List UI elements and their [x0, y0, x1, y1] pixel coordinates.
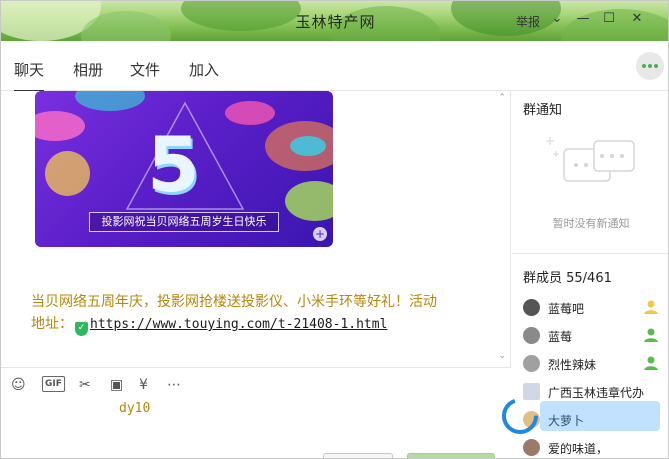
tab-album[interactable]: 相册 — [73, 59, 103, 80]
chevron-down-icon[interactable]: ⌄ — [549, 11, 565, 27]
member-item[interactable]: 广西玉林违章代办 — [523, 381, 663, 401]
avatar — [523, 299, 540, 316]
send-button[interactable] — [407, 453, 495, 458]
tab-chat[interactable]: 聊天 — [14, 59, 45, 92]
activity-link[interactable]: https://www.touying.com/t-21408-1.html — [90, 317, 387, 332]
emoji-icon[interactable]: ☺ — [11, 376, 26, 394]
dot — [648, 64, 652, 68]
report-link[interactable]: 举报 — [516, 13, 540, 30]
member-name: 蓝莓吧 — [548, 302, 585, 316]
members-title: 群成员 55/461 — [523, 271, 612, 286]
more-options-button[interactable] — [636, 52, 664, 80]
notice-title: 群通知 — [523, 103, 563, 118]
tab-files[interactable]: 文件 — [130, 59, 160, 80]
member-name: 爱的味道， — [548, 442, 609, 456]
member-name: 大萝卜 — [548, 414, 585, 428]
member-name: 烈性辣妹 — [548, 358, 597, 372]
window-title: 玉林特产网 — [295, 13, 376, 31]
message-input[interactable]: dy10 — [119, 401, 150, 416]
chat-window: 玉林特产网 举报 ⌄ — ☐ ✕ 聊天 相册 文件 加入 5 投影网祝当贝网络五… — [0, 0, 669, 459]
banner-shape — [290, 136, 326, 156]
notice-empty-text: 暂时没有新通知 — [552, 217, 630, 230]
message-prefix: 地址： — [31, 316, 73, 332]
gif-icon[interactable]: GIF — [42, 376, 65, 392]
avatar — [523, 327, 540, 344]
banner-shape — [45, 151, 90, 196]
zoom-plus-icon[interactable]: + — [313, 227, 327, 241]
tab-join[interactable]: 加入 — [189, 59, 219, 80]
member-item[interactable]: 蓝莓吧 — [523, 297, 663, 317]
avatar — [523, 355, 540, 372]
message-text: 当贝网络五周年庆，投影网抢楼送投影仪、小米手环等好礼！活动 地址： ✓ https:… — [31, 291, 501, 336]
avatar — [523, 383, 540, 400]
member-item[interactable]: 烈性辣妹 — [523, 353, 663, 373]
banner-shape — [35, 111, 85, 141]
member-item[interactable]: 大萝卜 — [523, 409, 663, 429]
banner-caption: 投影网祝当贝网络五周岁生日快乐 — [89, 212, 279, 232]
message-area[interactable]: 5 投影网祝当贝网络五周岁生日快乐 + 当贝网络五周年庆，投影网抢楼送投影仪、小… — [1, 91, 511, 367]
input-toolbar: ☺ GIF ✂ ▣ ¥ ⋯ — [1, 367, 511, 401]
empty-notice-icon — [546, 137, 635, 182]
verified-shield-icon: ✓ — [75, 322, 88, 336]
scissors-icon[interactable]: ✂ — [79, 376, 91, 394]
title-bar[interactable]: 玉林特产网 举报 ⌄ — ☐ ✕ — [1, 1, 668, 41]
member-name: 蓝莓 — [548, 330, 573, 344]
banner-shape — [285, 181, 333, 221]
dot — [654, 64, 658, 68]
scroll-down-icon[interactable]: ⌄ — [498, 351, 506, 361]
avatar — [523, 439, 540, 456]
image-icon[interactable]: ▣ — [110, 376, 123, 394]
admin-icon — [644, 328, 658, 342]
message-body: 当贝网络五周年庆，投影网抢楼送投影仪、小米手环等好礼！活动 — [31, 294, 437, 310]
sidebar-divider — [512, 253, 668, 254]
maximize-icon[interactable]: ☐ — [601, 11, 617, 27]
owner-icon — [644, 300, 658, 314]
member-item[interactable]: 爱的味道， — [523, 437, 663, 457]
member-item[interactable]: 蓝莓 — [523, 325, 663, 345]
minimize-icon[interactable]: — — [575, 11, 591, 27]
more-icon[interactable]: ⋯ — [167, 376, 181, 394]
close-icon[interactable]: ✕ — [629, 11, 645, 27]
avatar — [523, 411, 540, 428]
anniversary-number: 5 — [147, 120, 200, 209]
tab-bar: 聊天 相册 文件 加入 — [1, 41, 668, 92]
dot — [642, 64, 646, 68]
close-button[interactable] — [323, 453, 393, 458]
red-packet-icon[interactable]: ¥ — [139, 376, 148, 394]
message-image[interactable]: 5 投影网祝当贝网络五周岁生日快乐 + — [35, 91, 333, 247]
scroll-up-icon[interactable]: ⌃ — [498, 93, 506, 103]
group-sidebar: 群通知 暂时没有新通知 群成员 55/461 蓝莓吧 蓝莓 烈性辣妹 广西玉林违… — [512, 91, 668, 458]
admin-icon — [644, 356, 658, 370]
member-name: 广西玉林违章代办 — [548, 386, 645, 400]
